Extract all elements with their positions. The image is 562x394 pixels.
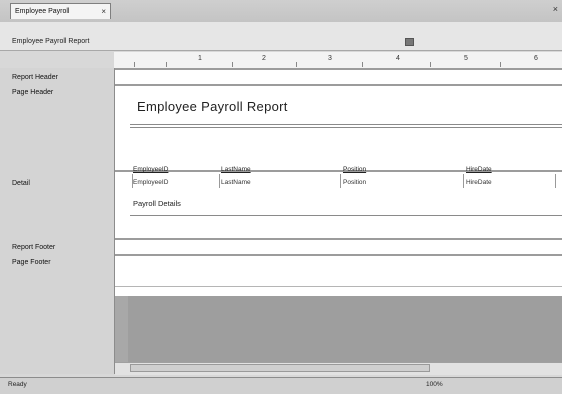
status-bar — [0, 377, 562, 394]
band-divider[interactable] — [115, 238, 562, 240]
column-header-position[interactable]: Position — [343, 166, 366, 173]
band-divider[interactable] — [115, 68, 562, 70]
close-icon[interactable]: × — [553, 4, 558, 14]
toolbar — [0, 22, 562, 51]
ruler-tick — [232, 62, 233, 67]
band-divider[interactable] — [115, 254, 562, 256]
tab-employee-payroll[interactable]: Employee Payroll × — [10, 3, 111, 19]
column-header-lastname[interactable]: LastName — [221, 166, 251, 173]
column-header-hiredate[interactable]: HireDate — [466, 166, 492, 173]
section-label-report-footer[interactable]: Report Footer — [12, 244, 55, 251]
section-label-report-header[interactable]: Report Header — [12, 74, 58, 81]
close-icon[interactable]: × — [101, 7, 106, 16]
ruler-mark: 6 — [534, 55, 538, 62]
report-title[interactable]: Employee Payroll Report — [137, 99, 288, 114]
section-labels-column: Report Header Page Header Detail Report … — [0, 68, 115, 374]
section-label-page-header[interactable]: Page Header — [12, 89, 53, 96]
title-underline — [130, 127, 562, 128]
field-separator — [555, 174, 556, 188]
grid-icon[interactable] — [405, 38, 414, 46]
column-header-employeeid[interactable]: EmployeeID — [133, 166, 168, 173]
ruler: 1 2 3 4 5 6 — [114, 52, 562, 69]
section-label-page-footer[interactable]: Page Footer — [12, 259, 51, 266]
report-name: Employee Payroll Report — [12, 38, 90, 45]
tab-title: Employee Payroll — [15, 8, 70, 15]
ruler-tick — [296, 62, 297, 67]
ruler-tick — [362, 62, 363, 67]
ruler-tick — [134, 62, 135, 67]
ruler-mark: 2 — [262, 55, 266, 62]
payroll-details-label[interactable]: Payroll Details — [133, 199, 181, 208]
ruler-mark: 1 — [198, 55, 202, 62]
canvas-empty-area-inner — [128, 296, 562, 362]
title-underline — [130, 124, 562, 125]
field-position[interactable]: Position — [343, 179, 366, 186]
field-lastname[interactable]: LastName — [221, 179, 251, 186]
section-label-detail[interactable]: Detail — [12, 180, 30, 187]
field-separator — [132, 174, 133, 188]
detail-underline — [130, 215, 562, 216]
ruler-tick — [166, 62, 167, 67]
field-separator — [219, 174, 220, 188]
band-divider — [115, 286, 562, 287]
ruler-tick — [500, 62, 501, 67]
ruler-mark: 3 — [328, 55, 332, 62]
ruler-tick — [430, 62, 431, 67]
band-divider[interactable] — [115, 84, 562, 86]
field-hiredate[interactable]: HireDate — [466, 179, 492, 186]
status-text: Ready — [8, 381, 27, 388]
field-employeeid[interactable]: EmployeeID — [133, 179, 168, 186]
field-separator — [340, 174, 341, 188]
field-separator — [463, 174, 464, 188]
zoom-level[interactable]: 100% — [426, 381, 443, 388]
ruler-mark: 5 — [464, 55, 468, 62]
ruler-mark: 4 — [396, 55, 400, 62]
scrollbar-thumb[interactable] — [130, 364, 430, 372]
band-divider[interactable] — [115, 170, 562, 172]
